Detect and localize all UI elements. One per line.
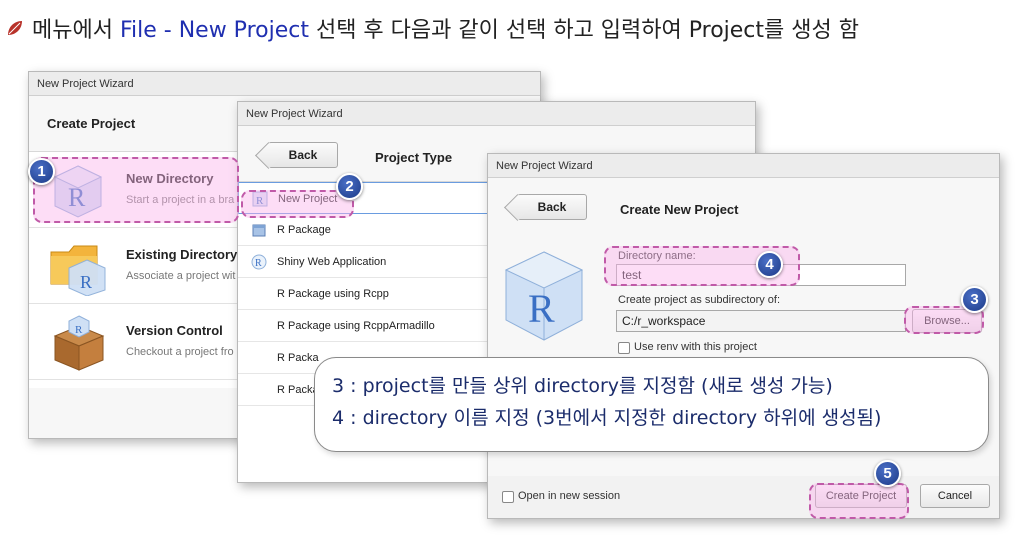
annotation-line-4: 4 : directory 이름 지정 (3번에서 지정한 directory …	[332, 407, 882, 429]
back-button-label: Back	[537, 200, 567, 214]
slide-heading: 메뉴에서 File - New Project 선택 후 다음과 같이 선택 하…	[6, 10, 859, 46]
svg-text:R: R	[75, 324, 83, 336]
step-badge-5: 5	[874, 460, 901, 487]
package-icon	[252, 224, 266, 237]
step-badge-2: 2	[336, 173, 363, 200]
highlight-new-directory	[33, 157, 239, 223]
heading-suffix: 선택 후 다음과 같이 선택 하고 입력하여 Project를 생성 함	[308, 18, 859, 43]
back-button[interactable]: Back	[268, 142, 338, 168]
highlight-create-project	[809, 483, 909, 519]
svg-text:R: R	[80, 272, 92, 292]
heading-highlight: File - New Project	[119, 18, 309, 43]
svg-text:R: R	[255, 258, 262, 269]
wizard-create-new-project-window: New Project Wizard Back Create New Proje…	[487, 153, 1000, 519]
annotation-line-3: 3 : project를 만들 상위 directory를 지정함 (새로 생성…	[332, 375, 833, 397]
cancel-button[interactable]: Cancel	[920, 484, 990, 508]
step-badge-1: 1	[28, 158, 55, 185]
leaf-bullet-icon	[8, 21, 22, 35]
project-type-label: R Packa	[277, 352, 319, 364]
annotation-callout: 3 : project를 만들 상위 directory를 지정함 (새로 생성…	[314, 357, 989, 452]
option-desc: Associate a project wit	[126, 270, 236, 282]
highlight-new-project	[241, 190, 354, 218]
window-title: New Project Wizard	[238, 102, 755, 126]
open-new-session-checkbox[interactable]	[502, 491, 514, 503]
option-title: Version Control	[126, 323, 223, 338]
subdirectory-field: C:/r_workspace	[616, 310, 906, 332]
use-renv-label: Use renv with this project	[634, 341, 757, 353]
open-new-session-label: Open in new session	[518, 490, 621, 502]
step-badge-4: 4	[756, 251, 783, 278]
project-type-label: R Packa	[277, 384, 319, 396]
back-button-label: Back	[288, 148, 318, 162]
heading-prefix: 메뉴에서	[32, 18, 120, 43]
svg-text:R: R	[528, 286, 555, 331]
option-desc: Checkout a project fro	[126, 346, 234, 358]
dialog-footer: Open in new session Create Project Cance…	[488, 476, 999, 518]
window-title: New Project Wizard	[29, 72, 540, 96]
option-title: Existing Directory	[126, 247, 238, 262]
subdirectory-label: Create project as subdirectory of:	[618, 294, 781, 306]
page-title: Create New Project	[620, 202, 739, 217]
box-r-icon: R	[53, 315, 105, 371]
project-type-label: R Package using RcppArmadillo	[277, 320, 435, 332]
step-badge-3: 3	[961, 286, 988, 313]
window-title: New Project Wizard	[488, 154, 999, 178]
project-type-label: Shiny Web Application	[277, 256, 387, 268]
back-button[interactable]: Back	[517, 194, 587, 220]
folder-r-icon: R	[50, 245, 106, 296]
page-title: Project Type	[375, 150, 453, 165]
use-renv-checkbox[interactable]	[618, 342, 630, 354]
shiny-icon: R	[251, 254, 267, 270]
project-type-label: R Package using Rcpp	[277, 288, 389, 300]
r-cube-icon: R	[504, 251, 584, 341]
project-type-label: R Package	[277, 224, 331, 236]
